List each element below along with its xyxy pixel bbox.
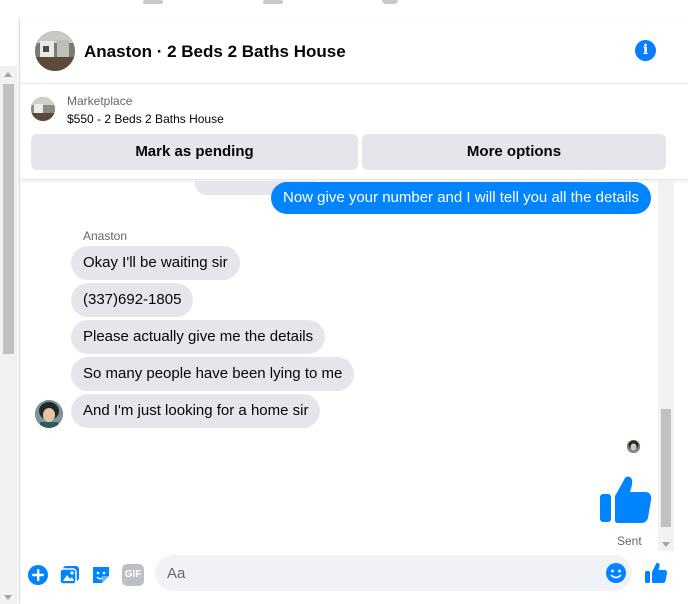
contact-avatar[interactable] [35, 400, 63, 428]
info-icon[interactable]: i [635, 40, 656, 61]
received-message[interactable]: And I'm just looking for a home sir [71, 394, 321, 428]
listing-price-title[interactable]: $550 - 2 Beds 2 Baths House [67, 112, 224, 126]
browser-top-strip [0, 0, 688, 18]
listing-avatar[interactable] [35, 31, 75, 71]
message-list: Now give your number and I will tell you… [20, 181, 688, 551]
photo-icon[interactable] [59, 564, 81, 586]
thumbs-up-icon[interactable] [598, 472, 654, 524]
conversation-title[interactable]: Anaston · 2 Beds 2 Baths House [84, 42, 346, 62]
marketplace-listing-bar: Marketplace $550 - 2 Beds 2 Baths House … [20, 84, 688, 180]
message-composer: GIF [20, 551, 688, 604]
plus-icon[interactable] [27, 564, 49, 586]
messages-scroll-down-arrow[interactable] [662, 542, 670, 547]
received-message[interactable]: So many people have been lying to me [71, 357, 355, 391]
received-message[interactable]: Okay I'll be waiting sir [71, 246, 240, 280]
gif-label: GIF [124, 569, 142, 580]
gif-icon[interactable]: GIF [122, 564, 144, 586]
received-message[interactable]: (337)692-1805 [71, 283, 194, 317]
read-receipt-avatar [627, 440, 640, 453]
received-message[interactable]: Please actually give me the details [71, 320, 326, 354]
page-scrollbar[interactable] [0, 66, 17, 604]
toolbar-fragment [263, 0, 283, 4]
page-scroll-thumb[interactable] [3, 84, 14, 354]
chat-window: Anaston · 2 Beds 2 Baths House i Marketp… [19, 18, 688, 604]
sender-name: Anaston [83, 229, 128, 243]
sent-status: Sent [617, 534, 642, 548]
scroll-down-arrow[interactable] [4, 595, 12, 600]
messages-scroll-thumb[interactable] [661, 409, 671, 527]
toolbar-fragment [143, 0, 163, 4]
thumbs-up-icon[interactable] [644, 561, 668, 585]
emoji-icon[interactable] [605, 562, 627, 584]
marketplace-label: Marketplace [67, 94, 133, 108]
message-input[interactable] [167, 555, 587, 591]
messenger-page: Anaston · 2 Beds 2 Baths House i Marketp… [0, 0, 688, 604]
more-options-button[interactable]: More options [362, 134, 666, 170]
chat-header: Anaston · 2 Beds 2 Baths House i [20, 18, 688, 84]
messages-scrollbar[interactable] [658, 181, 674, 551]
sent-message[interactable]: Now give your number and I will tell you… [270, 182, 651, 214]
message-input-container[interactable] [155, 555, 632, 591]
mark-as-pending-button[interactable]: Mark as pending [31, 134, 358, 170]
listing-thumbnail[interactable] [31, 97, 55, 121]
toolbar-fragment [382, 0, 398, 4]
scroll-up-arrow[interactable] [4, 72, 12, 77]
sticker-icon[interactable] [90, 564, 112, 586]
